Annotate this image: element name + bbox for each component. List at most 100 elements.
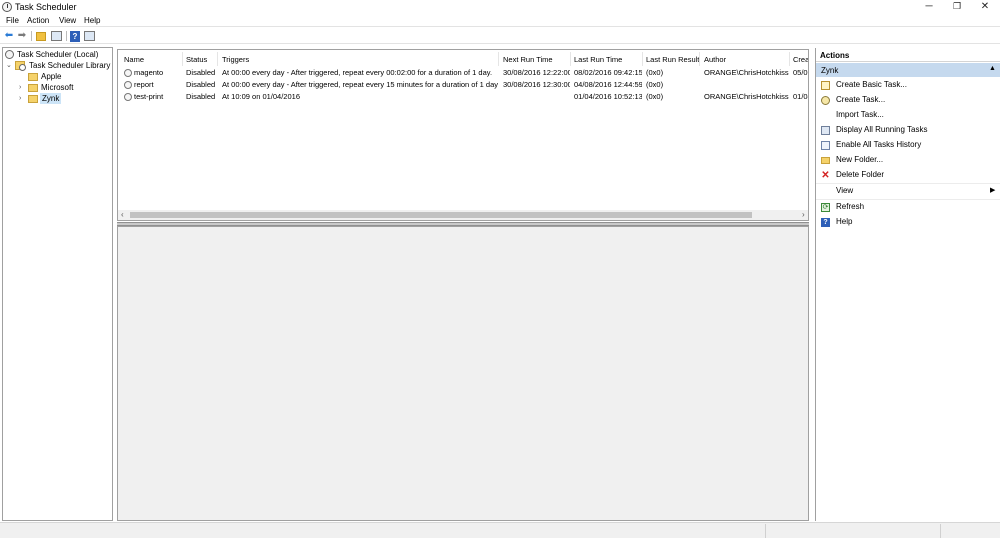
help-icon: ? bbox=[821, 218, 830, 227]
task-author: ORANGE\ChrisHotchkiss bbox=[704, 68, 789, 77]
table-row[interactable]: test-print Disabled At 10:09 on 01/04/20… bbox=[118, 91, 808, 103]
section-title: Zynk bbox=[821, 66, 839, 75]
action-enable-tasks-history[interactable]: Enable All Tasks History bbox=[816, 138, 1000, 152]
actions-pane: Actions Zynk ▲ Create Basic Task... Crea… bbox=[815, 48, 1000, 521]
create-task-icon bbox=[821, 96, 830, 105]
task-detail-pane bbox=[117, 226, 809, 521]
action-import-task[interactable]: Import Task... bbox=[816, 108, 1000, 122]
column-separator[interactable] bbox=[699, 52, 700, 66]
action-label: Display All Running Tasks bbox=[836, 125, 928, 134]
task-status: Disabled bbox=[186, 92, 216, 101]
column-header-created[interactable]: Creat bbox=[793, 55, 808, 64]
back-arrow-icon[interactable]: ⬅ bbox=[3, 30, 15, 42]
status-divider bbox=[765, 524, 766, 538]
table-row[interactable]: magento Disabled At 00:00 every day - Af… bbox=[118, 67, 808, 79]
forward-arrow-icon[interactable]: ➡ bbox=[16, 30, 28, 42]
scroll-left-icon[interactable]: ‹ bbox=[121, 210, 124, 220]
tree-node-zynk[interactable]: › Zynk bbox=[5, 93, 111, 104]
task-clock-icon bbox=[124, 69, 132, 77]
action-label: Refresh bbox=[836, 202, 865, 211]
actions-section-zynk[interactable]: Zynk ▲ bbox=[816, 63, 1000, 77]
menu-bar: File Action View Help bbox=[0, 14, 1000, 27]
clock-icon bbox=[5, 50, 14, 59]
collapse-arrow-icon[interactable]: ▲ bbox=[989, 65, 996, 72]
column-header-author[interactable]: Author bbox=[704, 55, 726, 64]
action-display-running-tasks[interactable]: Display All Running Tasks bbox=[816, 123, 1000, 137]
tree-node-label: Zynk bbox=[40, 93, 62, 104]
window-title: Task Scheduler bbox=[15, 2, 77, 12]
task-created: 01/04 bbox=[793, 92, 808, 101]
expand-chevron-icon[interactable]: › bbox=[19, 82, 25, 93]
help-icon[interactable]: ? bbox=[70, 31, 80, 42]
tree-node-label: Microsoft bbox=[41, 83, 74, 92]
column-header-status[interactable]: Status bbox=[186, 55, 207, 64]
tree-node-apple[interactable]: Apple bbox=[5, 71, 111, 82]
column-separator[interactable] bbox=[570, 52, 571, 66]
action-label: New Folder... bbox=[836, 155, 884, 164]
tree-node-label: Task Scheduler Library bbox=[29, 61, 111, 70]
collapse-chevron-icon[interactable]: ⌄ bbox=[6, 60, 12, 71]
action-view[interactable]: View ▶ bbox=[816, 184, 1000, 198]
action-label: Create Task... bbox=[836, 95, 886, 104]
column-separator[interactable] bbox=[182, 52, 183, 66]
column-separator[interactable] bbox=[498, 52, 499, 66]
task-name: report bbox=[134, 80, 154, 89]
toolbar: ⬅ ➡ ? bbox=[0, 28, 1000, 44]
actions-header: Actions bbox=[816, 48, 1000, 62]
tree-node-microsoft[interactable]: › Microsoft bbox=[5, 82, 111, 93]
horizontal-scrollbar[interactable]: ‹ › bbox=[118, 210, 808, 220]
task-triggers: At 00:00 every day - After triggered, re… bbox=[222, 80, 498, 89]
folder-icon bbox=[28, 95, 38, 103]
action-create-basic-task[interactable]: Create Basic Task... bbox=[816, 78, 1000, 92]
task-clock-icon bbox=[124, 81, 132, 89]
column-header-last-run-result[interactable]: Last Run Result bbox=[646, 55, 699, 64]
folder-icon bbox=[28, 84, 38, 92]
tree-node-label: Task Scheduler (Local) bbox=[17, 50, 99, 59]
action-label: Enable All Tasks History bbox=[836, 140, 922, 149]
scrollbar-thumb[interactable] bbox=[130, 212, 752, 218]
column-separator[interactable] bbox=[642, 52, 643, 66]
task-created: 05/02 bbox=[793, 68, 808, 77]
create-basic-task-icon bbox=[821, 81, 830, 90]
minimize-button[interactable]: ─ bbox=[914, 0, 944, 14]
menu-view[interactable]: View bbox=[59, 16, 76, 25]
action-label: View bbox=[836, 186, 854, 195]
toolbar-separator bbox=[31, 31, 32, 41]
expand-chevron-icon[interactable]: › bbox=[19, 93, 25, 104]
library-folder-icon bbox=[15, 61, 26, 71]
column-header-last-run-time[interactable]: Last Run Time bbox=[574, 55, 622, 64]
table-row[interactable]: report Disabled At 00:00 every day - Aft… bbox=[118, 79, 808, 91]
column-separator[interactable] bbox=[217, 52, 218, 66]
action-new-folder[interactable]: New Folder... bbox=[816, 153, 1000, 167]
task-scheduler-clock-icon bbox=[2, 2, 12, 12]
status-divider bbox=[940, 524, 941, 538]
up-folder-icon[interactable] bbox=[36, 32, 46, 41]
action-refresh[interactable]: ⟳ Refresh bbox=[816, 200, 1000, 214]
scroll-right-icon[interactable]: › bbox=[802, 210, 805, 220]
task-name: test-print bbox=[134, 92, 164, 101]
tree-node-library[interactable]: ⌄ Task Scheduler Library bbox=[5, 60, 111, 71]
menu-help[interactable]: Help bbox=[84, 16, 100, 25]
task-status: Disabled bbox=[186, 80, 216, 89]
restore-button[interactable]: ❐ bbox=[942, 0, 972, 14]
column-header-next-run-time[interactable]: Next Run Time bbox=[503, 55, 553, 64]
menu-file[interactable]: File bbox=[6, 16, 19, 25]
toolbar-separator bbox=[66, 31, 67, 41]
action-help[interactable]: ? Help bbox=[816, 215, 1000, 229]
menu-action[interactable]: Action bbox=[27, 16, 49, 25]
close-button[interactable]: ✕ bbox=[970, 0, 1000, 14]
column-header-triggers[interactable]: Triggers bbox=[222, 55, 249, 64]
tasks-history-icon bbox=[821, 141, 830, 150]
title-bar: Task Scheduler ─ ❐ ✕ bbox=[0, 0, 1000, 14]
task-list: Name Status Triggers Next Run Time Last … bbox=[117, 49, 809, 221]
column-header-name[interactable]: Name bbox=[124, 55, 144, 64]
show-hide-action-pane-icon[interactable] bbox=[84, 31, 95, 41]
show-hide-console-tree-icon[interactable] bbox=[51, 31, 62, 41]
action-delete-folder[interactable]: ✕ Delete Folder bbox=[816, 168, 1000, 182]
column-separator[interactable] bbox=[789, 52, 790, 66]
tree-node-local[interactable]: Task Scheduler (Local) bbox=[5, 49, 111, 60]
actions-title: Actions bbox=[820, 51, 850, 60]
tree-node-label: Apple bbox=[41, 72, 62, 81]
action-create-task[interactable]: Create Task... bbox=[816, 93, 1000, 107]
action-label: Create Basic Task... bbox=[836, 80, 907, 89]
